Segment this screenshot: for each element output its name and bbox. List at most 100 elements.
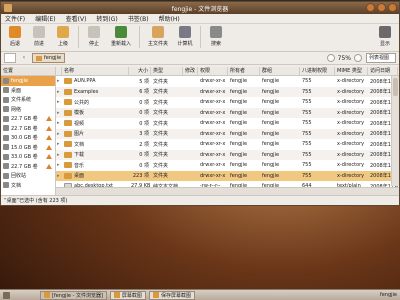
- task-label: [fengjie - 文件浏览器]: [52, 292, 103, 299]
- menu-view[interactable]: 查看(V): [66, 14, 87, 23]
- sidebar-item[interactable]: 33.0 GB 卷: [1, 152, 55, 162]
- cell-size: 2 项: [139, 141, 149, 148]
- cell-owner: fengjie: [230, 172, 248, 179]
- sidebar-item[interactable]: 回收站: [1, 171, 55, 181]
- toolbar-separator: [200, 26, 201, 48]
- scrollbar-thumb[interactable]: [393, 78, 398, 96]
- folder-icon: [64, 88, 72, 95]
- cell-size: 0 项: [139, 162, 149, 169]
- column-modified[interactable]: 修改: [183, 67, 198, 75]
- sidebar-item[interactable]: 22.7 GB 卷: [1, 162, 55, 172]
- home-button[interactable]: 主文件夹: [144, 26, 172, 47]
- column-permissions[interactable]: 权限: [198, 67, 228, 75]
- column-mime[interactable]: MIME 类型: [335, 67, 368, 75]
- sidebar-item[interactable]: 文件系统: [1, 95, 55, 105]
- show-button[interactable]: 显示: [374, 26, 396, 47]
- menu-edit[interactable]: 编辑(E): [35, 14, 55, 23]
- chevron-left-icon[interactable]: ‹: [20, 53, 28, 63]
- computer-button[interactable]: 计算机: [174, 26, 196, 47]
- location-toggle-button[interactable]: [4, 53, 16, 63]
- taskbar-item-file-browser[interactable]: [fengjie - 文件浏览器]: [40, 290, 107, 300]
- close-button[interactable]: [388, 3, 397, 12]
- drive-icon: [3, 182, 9, 189]
- show-desktop-icon[interactable]: [3, 291, 10, 299]
- eject-icon[interactable]: [46, 163, 52, 169]
- breadcrumb-home[interactable]: fengjie: [32, 53, 66, 63]
- menu-file[interactable]: 文件(F): [5, 14, 25, 23]
- taskbar-item-screenshot[interactable]: 屏幕截图: [109, 290, 146, 300]
- table-row[interactable]: ▸ AUN.PPA 5 项文件夹 drwxr-xr-x fengjie fengjie 75…: [56, 76, 399, 87]
- content-area: 位置 fengjie 桌面 文件系统 网络 22.7 GB 卷 22.7 GB 卷 30.0…: [1, 67, 399, 195]
- zoom-in-button[interactable]: [354, 54, 362, 62]
- column-size[interactable]: 大小: [129, 67, 151, 75]
- table-row[interactable]: ▸ 模板 0 项文件夹 drwxr-xr-x fengjie fengjie 755 x-di…: [56, 107, 399, 118]
- up-button[interactable]: 上级: [52, 26, 74, 47]
- sidebar-item[interactable]: 22.7 GB 卷: [1, 114, 55, 124]
- cell-mime: x-directory: [337, 99, 365, 106]
- cell-name: 图片: [62, 130, 129, 137]
- cell-group: fengjie: [262, 172, 280, 179]
- table-row[interactable]: ▸ 视频 0 项文件夹 drwxr-xr-x fengjie fengjie 755 x-di…: [56, 118, 399, 129]
- title-bar[interactable]: fengjie - 文件浏览器: [1, 2, 399, 14]
- view-selector[interactable]: 列表视图: [366, 53, 396, 63]
- column-group[interactable]: 群组: [260, 67, 300, 75]
- forward-arrow-icon: [33, 26, 45, 38]
- maximize-button[interactable]: [377, 3, 386, 12]
- sidebar-item[interactable]: 文档: [1, 181, 55, 191]
- reload-button[interactable]: 重新载入: [107, 26, 135, 47]
- drive-icon: [3, 115, 9, 122]
- cell-name: 桌面: [62, 172, 129, 179]
- sidebar-item[interactable]: 22.7 GB 卷: [1, 124, 55, 134]
- table-row[interactable]: ▸ 公共的 0 项文件夹 drwxr-xr-x fengjie fengjie 755 x-d…: [56, 97, 399, 108]
- cell-name: 公共的: [62, 99, 129, 106]
- table-row[interactable]: ▸ 下载 0 项文件夹 drwxr-xr-x fengjie fengjie 755 x-di…: [56, 149, 399, 160]
- cell-mime: x-directory: [337, 88, 365, 95]
- sidebar-item[interactable]: 30.0 GB 卷: [1, 133, 55, 143]
- column-type[interactable]: 类型: [151, 67, 183, 75]
- table-row[interactable]: ▸ 音乐 0 项文件夹 drwxr-xr-x fengjie fengjie 755 x-di…: [56, 160, 399, 171]
- menu-help[interactable]: 帮助(H): [159, 14, 180, 23]
- computer-label: 计算机: [177, 41, 193, 47]
- table-row[interactable]: ▸ 桌面 223 项文件夹 drwxr-xr-x fengjie fengjie 755 x-…: [56, 170, 399, 181]
- sidebar-item[interactable]: 15.0 GB 卷: [1, 143, 55, 153]
- forward-button[interactable]: 前进: [28, 26, 50, 47]
- table-row[interactable]: ▸ 文档 2 项文件夹 drwxr-xr-x fengjie fengjie 755 x-di…: [56, 139, 399, 150]
- cell-octal: 755: [302, 172, 312, 179]
- zoom-out-button[interactable]: [326, 54, 335, 62]
- menu-bookmarks[interactable]: 书签(B): [128, 14, 149, 23]
- sidebar-item-label: 33.0 GB 卷: [11, 154, 38, 161]
- cell-type: 文件夹: [153, 99, 169, 106]
- sidebar-item-label: 网络: [11, 106, 22, 113]
- sidebar-item[interactable]: 网络: [1, 105, 55, 115]
- cell-perm: drwxr-xr-x: [200, 172, 226, 179]
- column-name[interactable]: 名称: [62, 67, 129, 75]
- table-row[interactable]: ▸ Examples 6 项文件夹 drwxr-xr-x fengjie fengjie 7…: [56, 86, 399, 97]
- taskbar-item-save-screenshot[interactable]: 保存屏幕截图: [148, 290, 195, 300]
- sidebar-item[interactable]: fengjie: [1, 76, 55, 86]
- sidebar-item[interactable]: 桌面: [1, 86, 55, 96]
- eject-icon[interactable]: [46, 144, 52, 150]
- cell-perm: drwxr-xr-x: [200, 141, 226, 148]
- eject-icon[interactable]: [46, 135, 52, 140]
- reload-label: 重新载入: [110, 41, 131, 47]
- cell-mime: x-directory: [337, 172, 365, 179]
- horizontal-scrollbar[interactable]: [56, 187, 399, 195]
- cell-mime: x-directory: [337, 141, 365, 148]
- search-button[interactable]: 搜索: [205, 26, 227, 47]
- column-owner[interactable]: 所有者: [228, 67, 260, 75]
- folder-icon: [64, 151, 72, 158]
- table-row[interactable]: ▸ 图片 3 项文件夹 drwxr-xr-x fengjie fengjie 755 x-di…: [56, 128, 399, 139]
- sidebar-header[interactable]: 位置: [1, 67, 55, 76]
- stop-button[interactable]: 停止: [83, 26, 105, 47]
- eject-icon[interactable]: [46, 116, 52, 121]
- vertical-scrollbar[interactable]: [391, 76, 399, 186]
- panel-user-label[interactable]: fengjie: [380, 292, 397, 298]
- back-button[interactable]: 后退: [4, 26, 26, 47]
- eject-icon[interactable]: [46, 154, 52, 159]
- column-accessed[interactable]: 访问日期: [368, 67, 398, 75]
- menu-go[interactable]: 转到(G): [96, 14, 117, 23]
- file-name: 文档: [74, 141, 85, 148]
- column-octal[interactable]: 八进制权限: [300, 67, 335, 75]
- eject-icon[interactable]: [46, 125, 52, 131]
- minimize-button[interactable]: [366, 3, 375, 12]
